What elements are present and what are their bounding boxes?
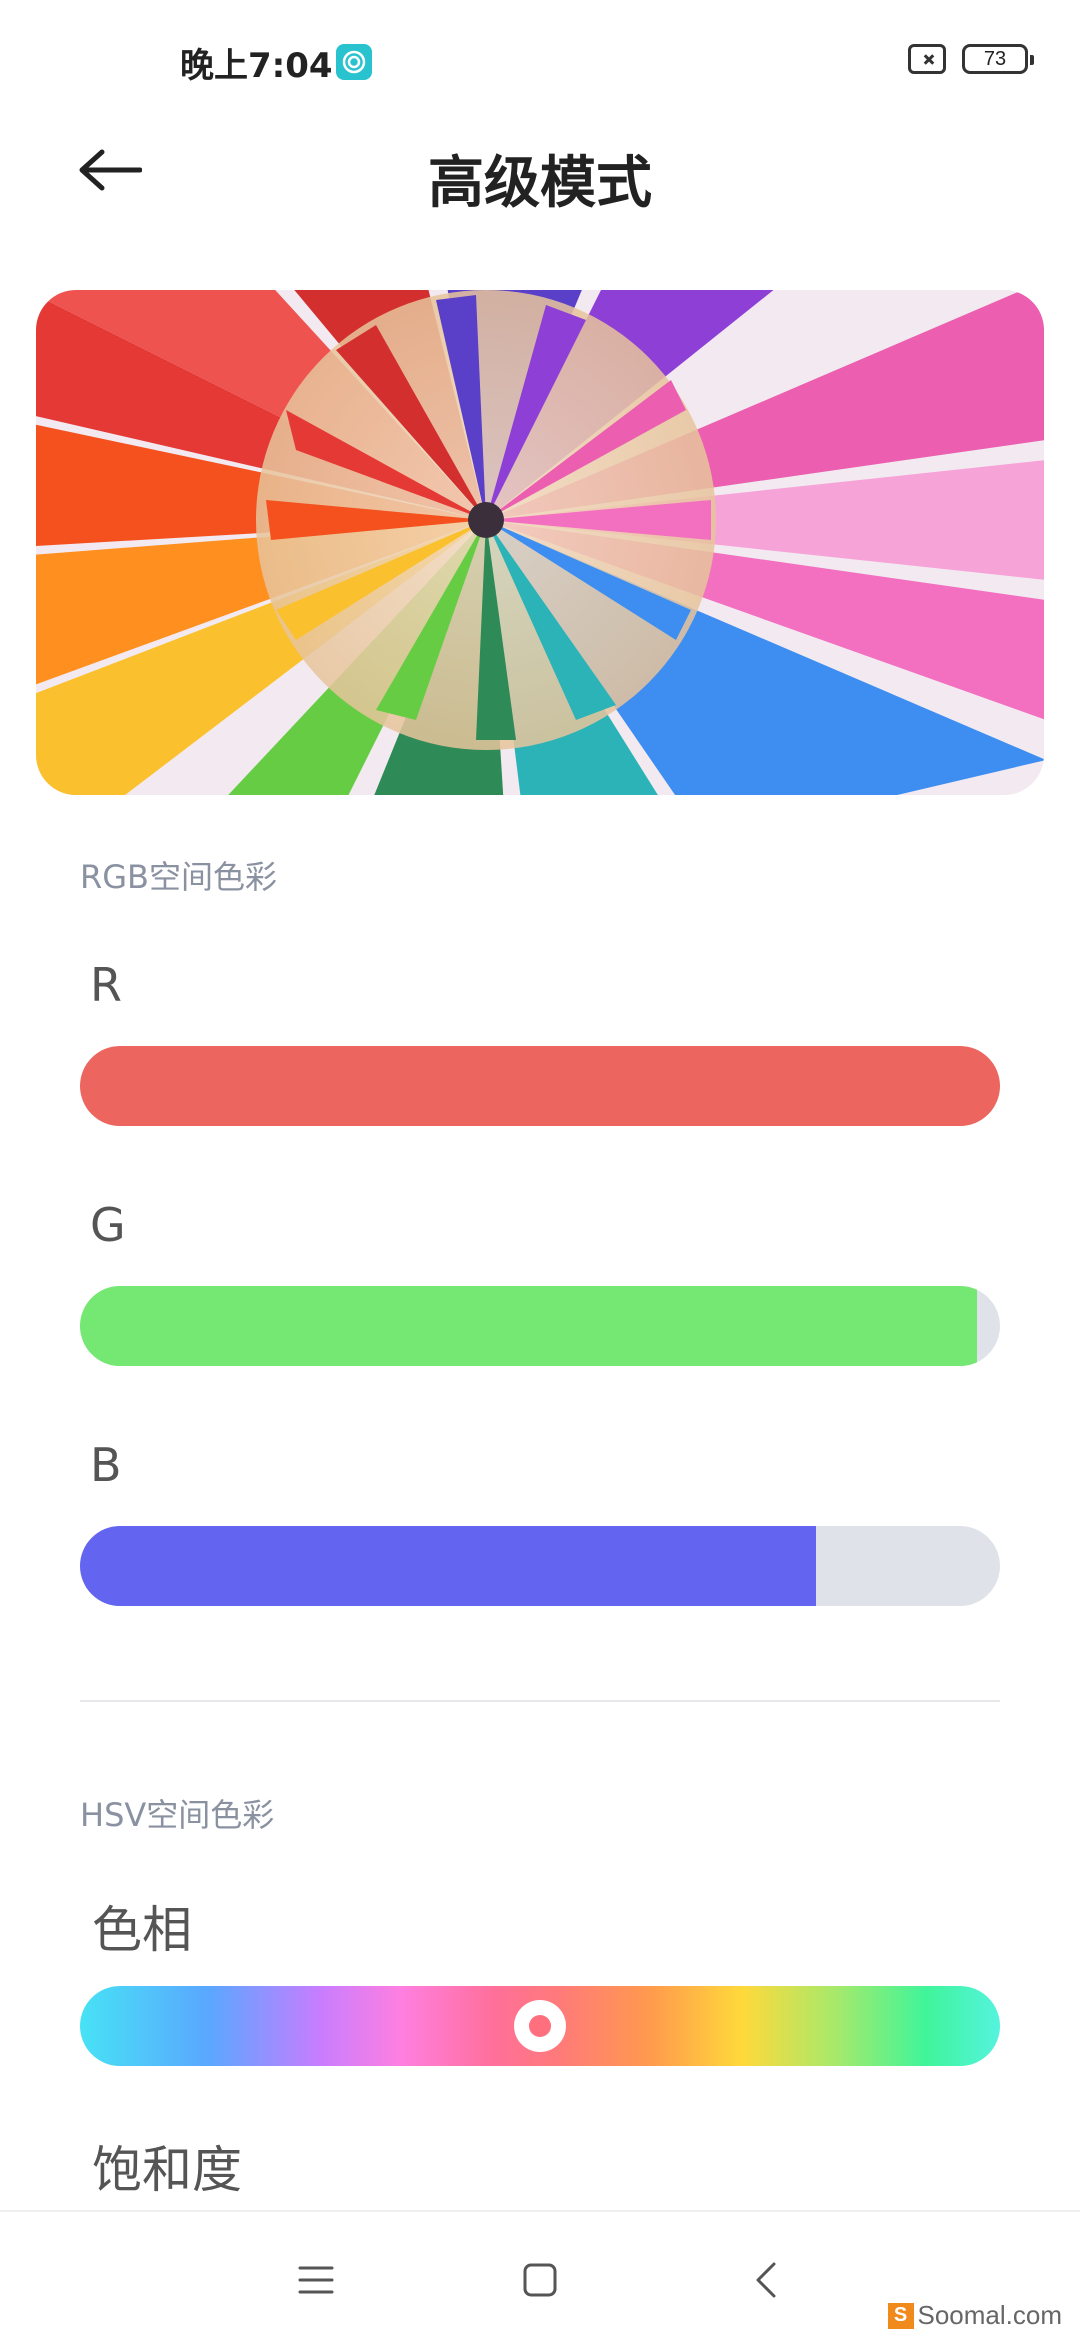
status-time: 晚上7:04 [180,46,333,86]
system-back-button[interactable] [736,2250,796,2310]
watermark: S Soomal.com [887,2300,1063,2331]
channel-b-label: B [90,1438,122,1492]
home-icon [523,2263,557,2297]
header: 高级模式 [0,120,1080,220]
status-bar: 晚上7:04 73 [0,0,1080,120]
page-title: 高级模式 [428,151,652,216]
recent-apps-button[interactable] [286,2250,346,2310]
home-button[interactable] [510,2250,570,2310]
b-slider-fill [80,1526,816,1606]
app-notification-icon [336,44,372,80]
section-divider [80,1700,1000,1702]
channel-r-label: R [90,958,122,1012]
hue-label: 色相 [92,1901,192,1959]
no-sim-icon [908,44,946,74]
hue-slider[interactable] [80,1986,1000,2066]
channel-g-label: G [90,1198,126,1252]
hsv-section-label: HSV空间色彩 [80,1796,275,1834]
navigation-bar: S Soomal.com [0,2210,1080,2340]
r-slider-fill [80,1046,1000,1126]
watermark-logo-icon: S [887,2302,914,2329]
rgb-section-label: RGB空间色彩 [80,858,277,896]
status-indicators: 73 [908,44,1034,74]
hue-slider-thumb[interactable] [514,2000,566,2052]
watermark-text: Soomal.com [917,2300,1063,2330]
g-slider-fill [80,1286,977,1366]
r-slider[interactable] [80,1046,1000,1126]
battery-icon: 73 [962,44,1034,74]
saturation-label: 饱和度 [92,2141,242,2199]
back-icon [756,2262,776,2298]
b-slider[interactable] [80,1526,1000,1606]
menu-icon [298,2266,334,2294]
g-slider[interactable] [80,1286,1000,1366]
preview-image [36,290,1044,795]
